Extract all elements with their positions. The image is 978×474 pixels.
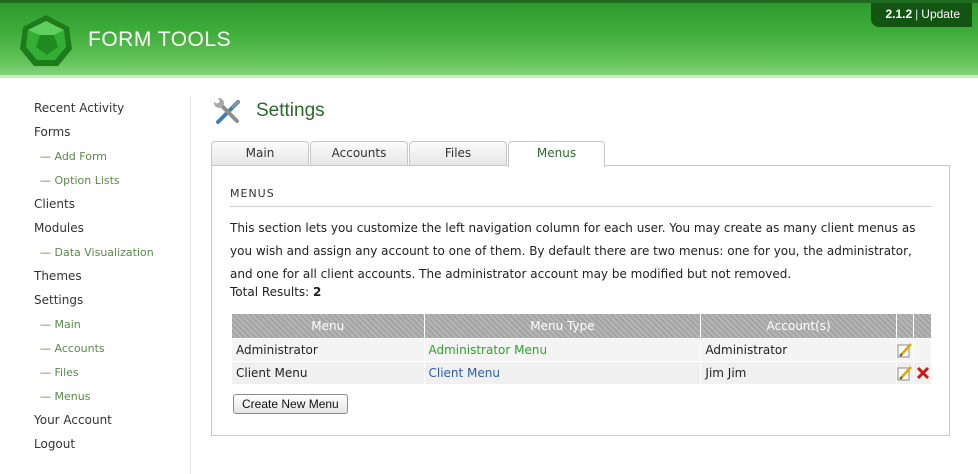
version-number: 2.1.2	[885, 7, 913, 21]
app-title: FORM TOOLS	[88, 28, 232, 51]
sidebar-item-themes[interactable]: Themes	[34, 269, 82, 283]
logo-icon[interactable]	[18, 13, 74, 69]
app-header: FORM TOOLS 2.1.2 | Update	[0, 0, 978, 78]
sidebar-item-settings-main[interactable]: — Main	[40, 318, 81, 331]
menu-type-link[interactable]: Administrator Menu	[429, 343, 548, 357]
tab-menus[interactable]: Menus	[508, 141, 605, 167]
sidebar-item-settings-files[interactable]: — Files	[40, 366, 79, 379]
sidebar-item-recent-activity[interactable]: Recent Activity	[34, 101, 124, 115]
total-results: Total Results: 2	[230, 285, 321, 299]
sidebar-item-your-account[interactable]: Your Account	[34, 413, 112, 427]
table-header-row: Menu Menu Type Account(s)	[231, 313, 932, 339]
column-header-delete	[913, 313, 932, 339]
header-divider	[0, 75, 978, 78]
table-row: Administrator Administrator Menu Adminis…	[231, 338, 932, 362]
settings-tools-icon	[214, 98, 240, 124]
sidebar-item-settings[interactable]: Settings	[34, 293, 83, 307]
menus-table: Menu Menu Type Account(s) Administrator …	[231, 313, 932, 385]
column-header-menu-type: Menu Type	[423, 313, 702, 339]
edit-icon[interactable]	[897, 365, 913, 381]
create-new-menu-button[interactable]: Create New Menu	[233, 394, 348, 414]
sidebar-item-forms[interactable]: Forms	[34, 125, 70, 139]
intro-text: This section lets you customize the left…	[230, 221, 916, 281]
column-header-edit	[895, 313, 915, 339]
menu-type-link[interactable]: Client Menu	[429, 366, 501, 380]
accounts-cell: Jim Jim	[700, 361, 897, 385]
edit-icon[interactable]	[897, 342, 913, 358]
version-badge: 2.1.2 | Update	[871, 3, 972, 27]
total-results-value: 2	[313, 285, 322, 299]
page-title: Settings	[256, 100, 325, 121]
total-results-label: Total Results:	[230, 285, 310, 299]
tab-accounts[interactable]: Accounts	[310, 141, 408, 165]
update-link[interactable]: Update	[921, 7, 960, 21]
accounts-cell: Administrator	[700, 338, 897, 362]
menu-name-cell: Client Menu	[231, 361, 425, 385]
delete-icon[interactable]	[915, 365, 931, 381]
table-row: Client Menu Client Menu Jim Jim	[231, 361, 932, 385]
sidebar-item-data-visualization[interactable]: — Data Visualization	[40, 246, 154, 259]
sidebar-item-option-lists[interactable]: — Option Lists	[40, 174, 120, 187]
empty-delete-cell	[913, 338, 932, 362]
tab-files[interactable]: Files	[409, 141, 507, 165]
menu-name-cell: Administrator	[231, 338, 425, 362]
tab-main[interactable]: Main	[211, 141, 309, 165]
sidebar-item-add-form[interactable]: — Add Form	[40, 150, 107, 163]
column-header-accounts: Account(s)	[700, 313, 897, 339]
sidebar-item-settings-menus[interactable]: — Menus	[40, 390, 90, 403]
sidebar-item-clients[interactable]: Clients	[34, 197, 75, 211]
sidebar-item-modules[interactable]: Modules	[34, 221, 84, 235]
column-header-menu: Menu	[231, 313, 425, 339]
tab-content-panel: MENUS This section lets you customize th…	[211, 165, 950, 436]
section-title: MENUS	[230, 187, 275, 200]
sidebar-nav: Recent Activity Forms — Add Form — Optio…	[0, 96, 191, 474]
sidebar-item-settings-accounts[interactable]: — Accounts	[40, 342, 105, 355]
sidebar-item-logout[interactable]: Logout	[34, 437, 75, 451]
section-divider	[230, 206, 932, 207]
